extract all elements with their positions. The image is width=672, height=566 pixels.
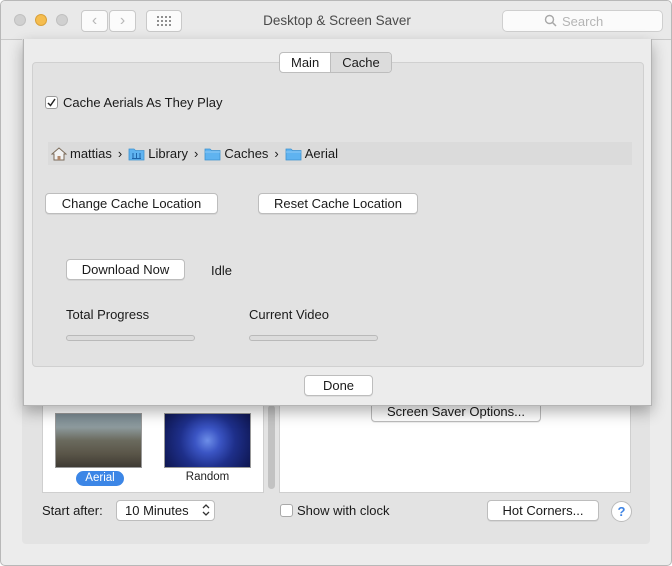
cache-aerials-label: Cache Aerials As They Play	[63, 95, 223, 110]
forward-chevron-icon: ›	[119, 12, 126, 29]
path-label-library: Library	[148, 146, 188, 161]
cache-path-control[interactable]: mattias › Library › Caches › Aerial	[48, 142, 632, 165]
search-field[interactable]: Search	[502, 10, 663, 32]
cache-aerials-checkbox[interactable]	[45, 96, 58, 109]
start-after-value: 10 Minutes	[125, 503, 189, 518]
reset-cache-location-button[interactable]: Reset Cache Location	[258, 193, 418, 214]
screen-saver-list[interactable]: Aerial Random	[42, 405, 264, 493]
forward-button[interactable]: ›	[109, 10, 136, 32]
back-chevron-icon: ‹	[91, 12, 98, 29]
grid-icon	[157, 16, 171, 26]
titlebar: ‹ › Desktop & Screen Saver Search	[1, 1, 671, 40]
system-preferences-window: ‹ › Desktop & Screen Saver Search Aerial	[0, 0, 672, 566]
checkmark-icon	[47, 98, 56, 107]
list-scrollbar[interactable]	[267, 405, 276, 493]
zoom-window-button[interactable]	[56, 14, 68, 26]
close-window-button[interactable]	[14, 14, 26, 26]
download-now-button[interactable]: Download Now	[66, 259, 185, 280]
folder-icon	[204, 148, 221, 160]
back-button[interactable]: ‹	[81, 10, 108, 32]
minimize-window-button[interactable]	[35, 14, 47, 26]
aerial-preferences-sheet: Main Cache Cache Aerials As They Play ma…	[23, 39, 652, 406]
path-separator: ›	[117, 146, 123, 161]
path-label-home: mattias	[70, 146, 112, 161]
path-item-home[interactable]: mattias	[51, 146, 112, 161]
search-placeholder: Search	[562, 14, 604, 29]
current-video-label: Current Video	[249, 307, 329, 322]
aerial-label: Aerial	[76, 471, 124, 486]
aerial-thumbnail[interactable]	[55, 413, 142, 468]
start-after-select[interactable]: 10 Minutes	[116, 500, 215, 521]
tab-bar: Main Cache	[279, 52, 392, 73]
home-icon	[51, 146, 67, 160]
folder-icon	[285, 148, 302, 160]
tab-cache[interactable]: Cache	[330, 53, 391, 72]
path-item-library[interactable]: Library	[128, 146, 188, 161]
random-label: Random	[185, 471, 230, 483]
tab-main[interactable]: Main	[280, 53, 330, 72]
path-label-aerial: Aerial	[304, 146, 339, 161]
random-thumbnail[interactable]	[164, 413, 251, 468]
current-video-progress-bar	[249, 335, 378, 341]
total-progress-label: Total Progress	[66, 307, 150, 322]
path-separator: ›	[274, 146, 279, 161]
path-separator: ›	[194, 146, 199, 161]
library-folder-icon	[128, 148, 145, 160]
hot-corners-button[interactable]: Hot Corners...	[487, 500, 599, 521]
path-item-caches[interactable]: Caches	[204, 146, 268, 161]
download-status-text: Idle	[211, 263, 232, 278]
show-with-clock-label: Show with clock	[297, 503, 390, 518]
show-all-button[interactable]	[146, 10, 182, 32]
total-progress-bar	[66, 335, 195, 341]
path-item-aerial[interactable]: Aerial	[285, 146, 338, 161]
path-label-caches: Caches	[224, 146, 269, 161]
help-button[interactable]: ?	[611, 501, 632, 522]
updown-arrows-icon	[202, 504, 210, 516]
show-with-clock-checkbox[interactable]	[280, 504, 293, 517]
window-title: Desktop & Screen Saver	[263, 13, 411, 28]
done-button[interactable]: Done	[304, 375, 373, 396]
search-icon	[544, 14, 557, 27]
scrollbar-knob[interactable]	[268, 405, 275, 489]
start-after-label: Start after:	[42, 503, 103, 518]
change-cache-location-button[interactable]: Change Cache Location	[45, 193, 218, 214]
